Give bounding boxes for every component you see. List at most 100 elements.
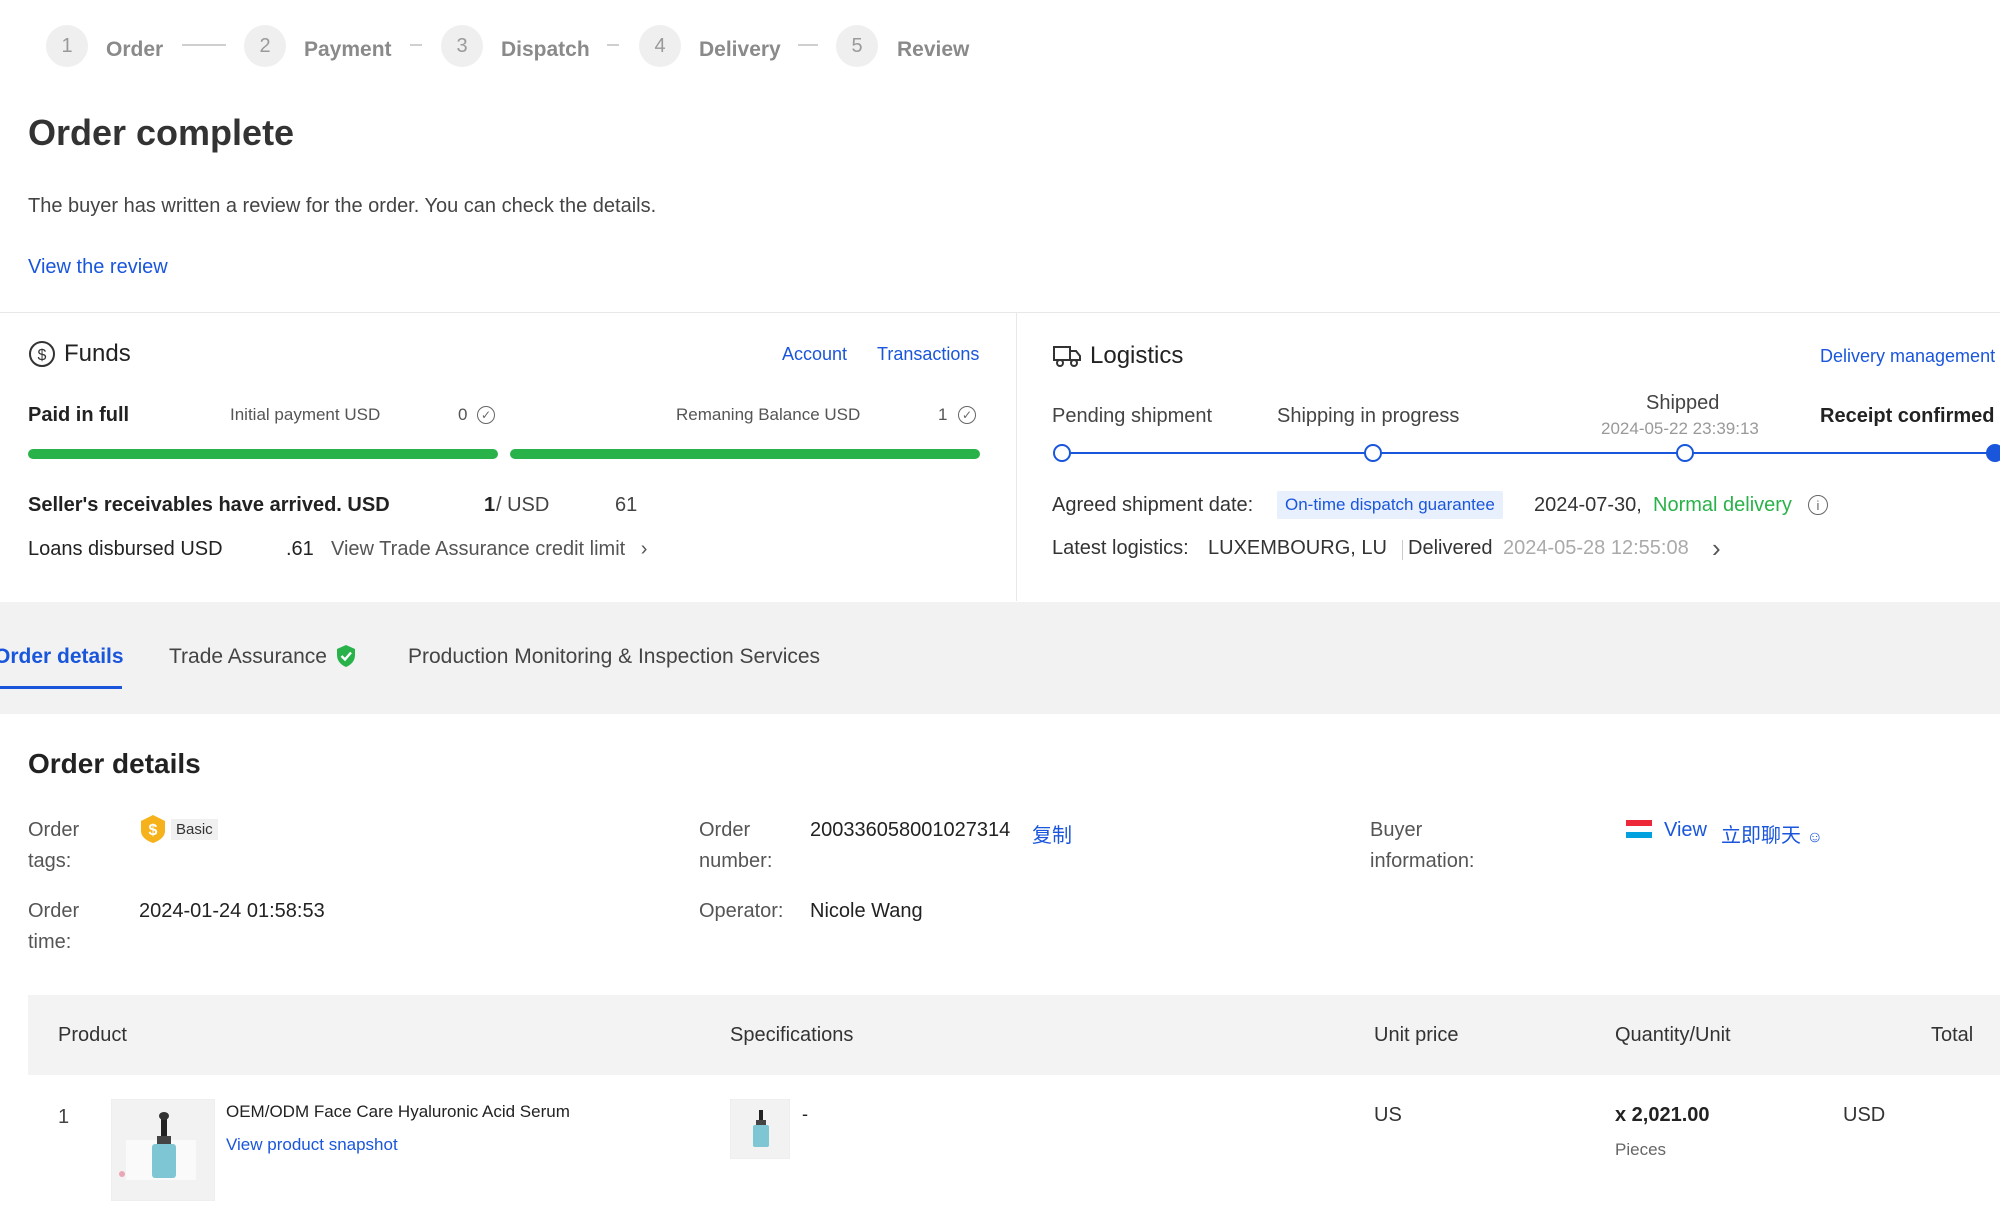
- logistics-title: Logistics: [1090, 342, 1184, 369]
- step-4-label: Delivery: [699, 38, 781, 61]
- timeline-node-in-progress: [1364, 444, 1382, 462]
- chat-now-label: 立即聊天: [1721, 825, 1801, 847]
- stage-pending-shipment: Pending shipment: [1052, 405, 1213, 427]
- product-image[interactable]: [111, 1099, 215, 1201]
- step-connector: [410, 44, 422, 46]
- check-circle-icon: ✓: [958, 406, 976, 424]
- operator-value: Nicole Wang: [810, 900, 923, 922]
- credit-limit-link[interactable]: View Trade Assurance credit limit ›: [331, 538, 647, 561]
- chevron-right-icon: ›: [640, 538, 648, 560]
- remaining-balance-label: Remaning Balance USD: [676, 405, 861, 424]
- copy-order-number-link[interactable]: 复制: [1032, 819, 1072, 848]
- column-header-unit-price: Unit price: [1374, 1024, 1459, 1046]
- check-circle-icon: ✓: [477, 406, 495, 424]
- badge-icon: $: [141, 815, 165, 843]
- chat-icon: ☺: [1806, 829, 1823, 846]
- step-2-number: 2: [244, 25, 286, 67]
- agreed-shipment-label: Agreed shipment date:: [1052, 494, 1254, 516]
- stage-receipt-confirmed: Receipt confirmed: [1820, 405, 1995, 427]
- tab-order-details[interactable]: Order details: [0, 645, 124, 669]
- delivery-management-link[interactable]: Delivery management: [1820, 346, 2000, 367]
- receivables-label: Seller's receivables have arrived. USD: [28, 494, 390, 516]
- order-time-label: Order time:: [28, 900, 80, 953]
- total-value: USD: [1843, 1104, 1886, 1126]
- timeline-node-shipped: [1676, 444, 1694, 462]
- unit-price-value: US: [1374, 1104, 1402, 1126]
- tab-trade-assurance[interactable]: Trade Assurance: [169, 645, 327, 669]
- buyer-information-label: Buyer information:: [1370, 819, 1475, 872]
- latest-timestamp: 2024-05-28 12:55:08: [1503, 537, 1689, 559]
- latest-location: LUXEMBOURG, LU: [1208, 537, 1387, 559]
- step-connector: [798, 44, 818, 46]
- stage-shipped: Shipped: [1646, 392, 1720, 414]
- transactions-link[interactable]: Transactions: [877, 344, 979, 365]
- svg-text:$: $: [38, 347, 47, 364]
- step-5-label: Review: [897, 38, 970, 61]
- receivables-value: 1: [484, 494, 496, 516]
- svg-text:$: $: [149, 822, 158, 839]
- funds-card-title: $ Funds: [28, 340, 131, 368]
- column-header-product: Product: [58, 1024, 127, 1046]
- luxembourg-flag-icon: [1626, 820, 1652, 838]
- chat-now-link[interactable]: 立即聊天 ☺: [1721, 819, 1823, 848]
- latest-status: Delivered: [1408, 537, 1493, 559]
- order-number-label: Order number:: [699, 819, 773, 872]
- step-1-number: 1: [46, 25, 88, 67]
- step-5-number: 5: [836, 25, 878, 67]
- step-4-number: 4: [639, 25, 681, 67]
- order-details-heading: Order details: [28, 748, 201, 779]
- timeline-node-pending: [1053, 444, 1071, 462]
- row-index: 1: [58, 1106, 70, 1128]
- basic-tag: $ Basic: [139, 814, 218, 844]
- unit-value: Pieces: [1615, 1140, 1667, 1159]
- initial-payment-value: 0: [458, 405, 468, 424]
- logistics-card-title: Logistics: [1052, 342, 1183, 370]
- dollar-circle-icon: $: [29, 341, 55, 367]
- step-3-number: 3: [441, 25, 483, 67]
- timeline-node-receipt: [1986, 444, 2000, 462]
- truck-icon: [1053, 346, 1081, 367]
- remaining-balance-progress: [510, 449, 980, 459]
- chevron-right-icon[interactable]: ›: [1712, 533, 1721, 564]
- view-snapshot-link[interactable]: View product snapshot: [226, 1135, 398, 1155]
- view-review-link[interactable]: View the review: [28, 256, 168, 279]
- operator-label: Operator:: [699, 900, 784, 922]
- receivables-usd: / USD: [496, 494, 550, 516]
- order-tags-label: Order tags:: [28, 819, 80, 872]
- column-header-quantity-unit: Quantity/Unit: [1615, 1024, 1731, 1046]
- loans-label: Loans disbursed USD: [28, 538, 223, 560]
- initial-payment-progress: [28, 449, 498, 459]
- receivables-tail: 61: [615, 494, 638, 516]
- quantity-value: x 2,021.00: [1615, 1104, 1710, 1126]
- funds-title: Funds: [64, 340, 131, 367]
- step-connector: [607, 44, 619, 46]
- order-number-value: 200336058001027314: [810, 819, 1011, 841]
- logistics-timeline-line: [1062, 452, 2000, 454]
- divider: [0, 312, 2000, 313]
- view-buyer-link[interactable]: View: [1664, 819, 1707, 842]
- step-3-label: Dispatch: [501, 38, 590, 61]
- agreed-shipment-date: 2024-07-30,: [1534, 494, 1642, 516]
- column-header-total: Total: [1931, 1024, 1974, 1046]
- shield-check-icon: [337, 645, 355, 667]
- product-name[interactable]: OEM/ODM Face Care Hyaluronic Acid Serum: [226, 1102, 570, 1122]
- serum-bottle-image: [119, 1112, 196, 1180]
- active-tab-indicator: [0, 686, 122, 689]
- serum-bottle-thumbnail: [753, 1110, 769, 1147]
- status-description: The buyer has written a review for the o…: [28, 195, 657, 217]
- page-title: Order complete: [28, 112, 295, 153]
- order-time-value: 2024-01-24 01:58:53: [139, 900, 325, 922]
- shipped-timestamp: 2024-05-22 23:39:13: [1601, 419, 1759, 438]
- credit-limit-label: View Trade Assurance credit limit: [331, 538, 626, 560]
- tab-production-monitoring[interactable]: Production Monitoring & Inspection Servi…: [408, 645, 820, 669]
- spec-value: -: [802, 1104, 808, 1124]
- paid-in-full-label: Paid in full: [28, 404, 130, 426]
- loans-value: .61: [286, 538, 314, 560]
- latest-logistics-label: Latest logistics:: [1052, 537, 1189, 559]
- stage-shipping-in-progress: Shipping in progress: [1277, 405, 1460, 427]
- info-icon[interactable]: i: [1808, 495, 1828, 515]
- remaining-balance-value: 1: [938, 405, 948, 424]
- account-link[interactable]: Account: [782, 344, 847, 365]
- basic-tag-label: Basic: [171, 818, 218, 840]
- divider: [1016, 313, 1017, 601]
